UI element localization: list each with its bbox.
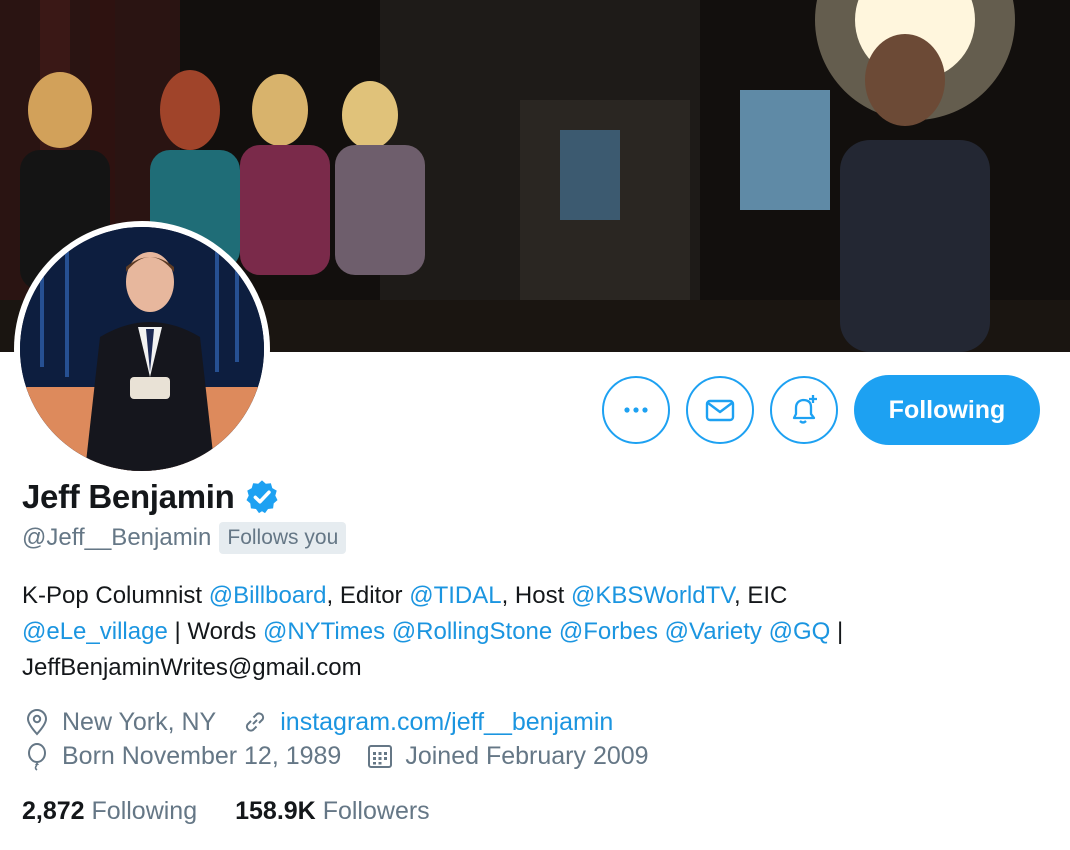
profile-name-row: Jeff Benjamin <box>22 478 281 516</box>
mention-link[interactable]: @GQ <box>769 618 831 645</box>
profile-handle: @Jeff__Benjamin <box>22 524 212 551</box>
followers-label: Followers <box>322 797 430 825</box>
mention-link[interactable]: @TIDAL <box>409 582 501 609</box>
avatar-photo <box>20 227 264 471</box>
mention-link[interactable]: @Billboard <box>209 582 327 609</box>
profile-handle-row: @Jeff__Benjamin Follows you <box>22 522 347 554</box>
mention-link[interactable]: @Variety <box>665 618 762 645</box>
location-item: New York, NY <box>22 707 216 737</box>
mention-link[interactable]: @Forbes <box>559 618 658 645</box>
followers-count: 158.9K <box>235 797 316 825</box>
profile-actions: Following <box>602 375 1040 445</box>
followers-stat[interactable]: 158.9K Followers <box>235 797 430 826</box>
bio-text: , Host <box>501 582 571 609</box>
location-text: New York, NY <box>62 707 217 736</box>
verified-badge-icon <box>245 480 278 514</box>
more-button[interactable] <box>602 376 670 444</box>
more-icon <box>624 407 648 413</box>
bio-line-1: K-Pop Columnist @Billboard, Editor @TIDA… <box>22 578 1042 614</box>
bio-text: | Words <box>167 618 263 645</box>
balloon-icon <box>28 743 46 771</box>
website-link[interactable]: instagram.com/jeff__benjamin <box>280 708 613 737</box>
profile-name: Jeff Benjamin <box>22 478 235 515</box>
bio-line-2: @eLe_village | Words @NYTimes @RollingSt… <box>22 614 1042 650</box>
mail-icon <box>705 399 735 422</box>
profile-meta-row-1: New York, NY instagram.com/jeff__benjami… <box>22 707 637 737</box>
following-label: Following <box>91 797 198 825</box>
profile-bio: K-Pop Columnist @Billboard, Editor @TIDA… <box>22 578 1042 686</box>
bio-line-3: JeffBenjaminWrites@gmail.com <box>22 654 362 681</box>
notify-button[interactable] <box>770 376 838 444</box>
following-button[interactable]: Following <box>854 375 1040 445</box>
mention-link[interactable]: @NYTimes <box>263 618 385 645</box>
website-item: instagram.com/jeff__benjamin <box>240 707 613 737</box>
mention-link[interactable]: @RollingStone <box>392 618 552 645</box>
profile-stats: 2,872 Following 158.9K Followers <box>22 797 468 826</box>
profile-meta-row-2: Born November 12, 1989 Joined February 2… <box>22 741 673 771</box>
bio-text: , EIC <box>734 582 788 609</box>
mention-link[interactable]: @KBSWorldTV <box>571 582 734 609</box>
following-count: 2,872 <box>22 797 85 825</box>
avatar-image <box>20 227 264 471</box>
joined-text: Joined February 2009 <box>405 741 649 770</box>
follows-you-badge: Follows you <box>219 522 347 554</box>
calendar-icon <box>368 745 393 768</box>
bio-text: K-Pop Columnist <box>22 582 209 609</box>
joined-item: Joined February 2009 <box>365 741 649 771</box>
profile-avatar[interactable] <box>14 221 270 477</box>
birthday-item: Born November 12, 1989 <box>22 741 341 771</box>
message-button[interactable] <box>686 376 754 444</box>
link-icon <box>246 712 265 732</box>
location-pin-icon <box>26 709 48 736</box>
bio-text: , Editor <box>326 582 410 609</box>
bell-plus-icon <box>792 395 817 424</box>
bio-text: | <box>830 618 844 645</box>
birthday-text: Born November 12, 1989 <box>62 741 342 770</box>
following-stat[interactable]: 2,872 Following <box>22 797 197 826</box>
mention-link[interactable]: @eLe_village <box>22 618 168 645</box>
